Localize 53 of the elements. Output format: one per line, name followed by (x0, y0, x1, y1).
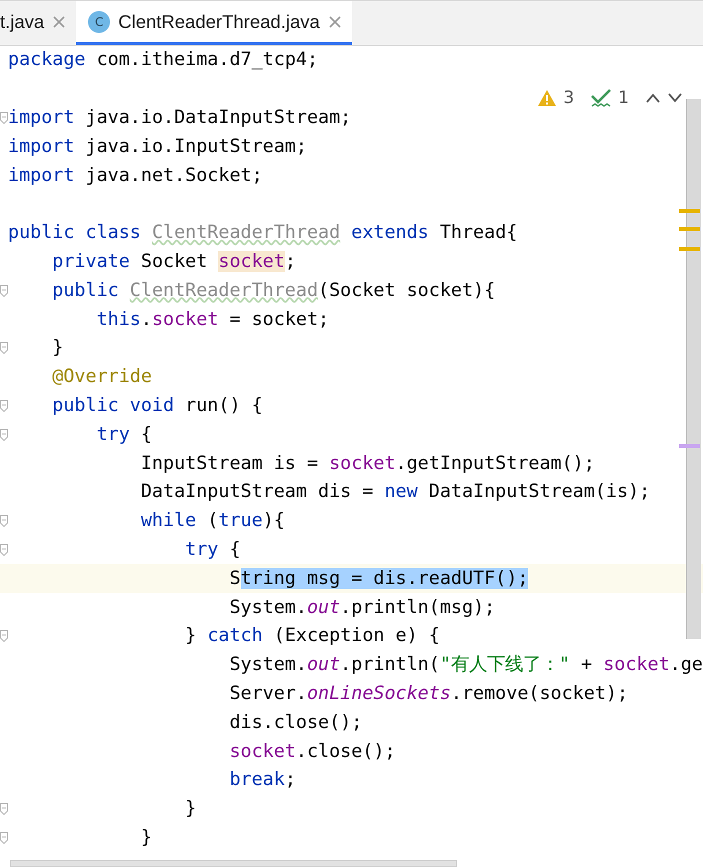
code-line: socket.close(); (228, 740, 396, 764)
code-line: } (184, 797, 196, 822)
code-line: } (51, 336, 64, 360)
scrollbar-thumb[interactable] (686, 99, 701, 639)
code-line: DataInputStream dis = new DataInputStream(is); (140, 480, 650, 504)
warning-marker[interactable] (679, 247, 700, 251)
code-line: this.socket = socket; (96, 308, 330, 332)
fold-icon[interactable] (0, 544, 8, 556)
code-line: public void run() { (51, 394, 263, 418)
fold-icon[interactable] (0, 400, 8, 412)
code-line: import java.net.Socket; (8, 164, 263, 188)
code-line: String msg = dis.readUTF(); (228, 566, 528, 591)
caret-marker (679, 444, 700, 448)
code-line: } (140, 826, 152, 850)
code-line: import java.io.InputStream; (8, 134, 307, 159)
fold-icon[interactable] (0, 284, 8, 297)
fold-icon[interactable] (0, 342, 8, 354)
code-line: Server.onLineSockets.remove(socket); (228, 682, 628, 706)
fold-icon[interactable] (0, 428, 8, 441)
class-icon: C (88, 10, 110, 32)
scrollbar-thumb[interactable] (10, 860, 457, 867)
code-line: public class ClentReaderThread extends Thread{ (8, 221, 518, 246)
code-line: System.out.println("有人下线了：" + socket.ge (228, 653, 703, 678)
fold-icon[interactable] (0, 630, 8, 642)
code-line: import java.io.DataInputStream; (8, 106, 352, 130)
warning-icon[interactable] (537, 89, 558, 107)
code-line: while (true){ (140, 509, 285, 534)
code-line: try { (96, 422, 152, 447)
check-icon[interactable] (590, 88, 612, 108)
editor-tab[interactable]: t.java (0, 1, 76, 45)
fold-icon[interactable] (0, 832, 8, 844)
code-line: } catch (Exception e) { (184, 624, 440, 648)
code-line: private Socket socket; (51, 250, 296, 274)
check-count: 1 (618, 88, 629, 108)
code-line: package com.itheima.d7_tcp4; (8, 48, 318, 72)
close-icon[interactable] (328, 14, 342, 28)
chevron-down-icon[interactable] (667, 93, 683, 103)
warning-marker[interactable] (679, 209, 700, 213)
fold-icon[interactable] (0, 112, 8, 124)
fold-icon[interactable] (0, 515, 8, 528)
code-line: try { (184, 538, 241, 562)
editor-tab[interactable]: C ClentReaderThread.java (76, 1, 352, 45)
code-line: public ClentReaderThread(Socket socket){ (51, 278, 496, 303)
code-line: @Override (51, 365, 152, 390)
warning-marker[interactable] (679, 227, 700, 231)
code-line: InputStream is = socket.getInputStream(); (140, 452, 595, 476)
fold-icon[interactable] (0, 803, 8, 816)
close-icon[interactable] (52, 14, 66, 28)
chevron-up-icon[interactable] (645, 93, 661, 103)
code-line: break; (228, 768, 296, 792)
code-line: dis.close(); (228, 710, 362, 735)
code-line: System.out.println(msg); (228, 596, 496, 620)
warning-count: 3 (563, 88, 574, 108)
